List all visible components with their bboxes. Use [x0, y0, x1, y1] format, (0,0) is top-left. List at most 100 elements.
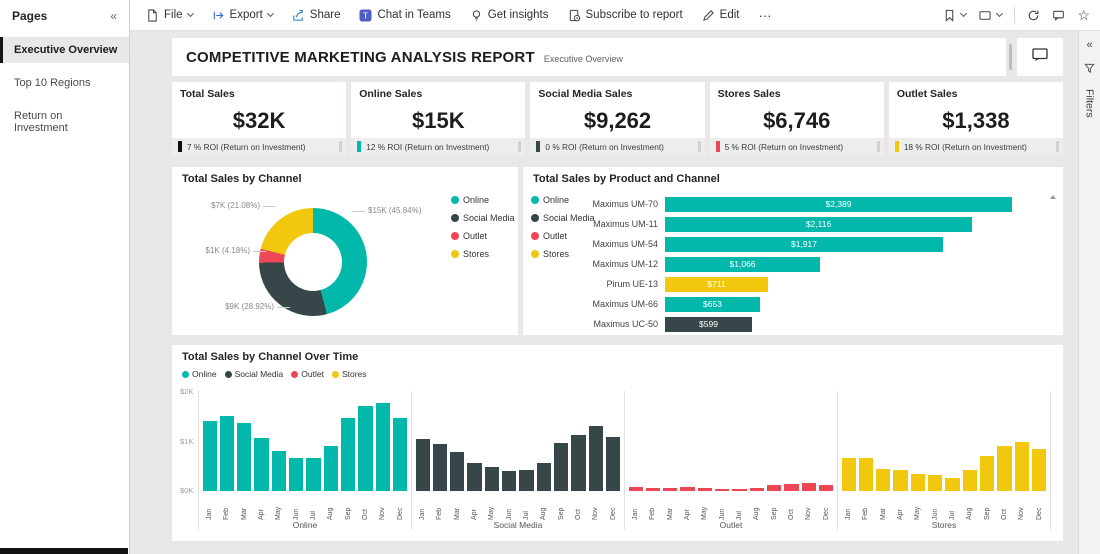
- bar-maximus-um-66[interactable]: $653: [665, 296, 760, 312]
- bar-outlet-dec[interactable]: [819, 485, 834, 491]
- bar-maximus-um-54[interactable]: $1,917: [665, 236, 943, 252]
- refresh-icon: [1027, 9, 1040, 22]
- comment-visual-button[interactable]: [1017, 38, 1063, 76]
- bar-online-mar[interactable]: [237, 423, 252, 491]
- legend-item-social-media[interactable]: Social Media: [224, 367, 283, 381]
- legend-item-social-media[interactable]: Social Media: [451, 209, 515, 227]
- bar-social-media-apr[interactable]: [467, 463, 482, 491]
- kpi-card-social-media-sales[interactable]: Social Media Sales $9,262 0 % ROI (Retur…: [530, 82, 705, 155]
- expand-filters-icon[interactable]: «: [1086, 39, 1092, 51]
- bar-maximus-um-70[interactable]: $2,389: [665, 196, 1012, 212]
- scroll-up-icon[interactable]: [1050, 195, 1056, 199]
- bar-stores-aug[interactable]: [962, 470, 978, 491]
- bar-outlet-aug[interactable]: [749, 488, 765, 491]
- bar-online-aug[interactable]: [323, 446, 339, 491]
- edit-button[interactable]: Edit: [702, 9, 740, 22]
- subscribe-button[interactable]: Subscribe to report: [568, 9, 683, 22]
- bar-social-media-jun[interactable]: [502, 471, 517, 491]
- collapse-pages-icon[interactable]: «: [110, 10, 117, 22]
- filters-pane[interactable]: « Filters: [1078, 31, 1100, 554]
- bar-stores-dec[interactable]: [1032, 449, 1047, 491]
- category-label: Maximus UM-12: [592, 259, 658, 269]
- sidebar-item-return-on-investment[interactable]: Return on Investment: [0, 103, 129, 141]
- bar-online-oct[interactable]: [358, 406, 373, 491]
- bar-social-media-dec[interactable]: [606, 437, 621, 491]
- bar-outlet-nov[interactable]: [801, 483, 817, 491]
- bar-stores-nov[interactable]: [1014, 442, 1030, 491]
- legend-item-online[interactable]: Online: [451, 191, 515, 209]
- chart-title: Total Sales by Channel: [182, 173, 302, 185]
- scrollbar-thumb[interactable]: [1009, 44, 1012, 70]
- month-label: Oct: [788, 509, 796, 520]
- legend-dot: [451, 196, 459, 204]
- bar-outlet-jan[interactable]: [628, 487, 643, 491]
- bar-social-media-jan[interactable]: [415, 439, 430, 491]
- bookmarks-button[interactable]: [943, 9, 968, 22]
- bar-outlet-sep[interactable]: [767, 485, 782, 491]
- legend-item-stores[interactable]: Stores: [451, 245, 515, 263]
- export-menu-button[interactable]: Export: [212, 9, 274, 22]
- bar-online-jan[interactable]: [202, 421, 217, 491]
- bar-outlet-feb[interactable]: [645, 488, 661, 491]
- bar-social-media-sep[interactable]: [554, 443, 569, 491]
- bar-online-dec[interactable]: [393, 418, 408, 491]
- bar-outlet-jun[interactable]: [715, 489, 730, 491]
- view-mode-button[interactable]: [978, 9, 1004, 22]
- favorite-button[interactable]: ☆: [1077, 8, 1090, 22]
- bar-stores-mar[interactable]: [876, 469, 891, 491]
- bar-social-media-nov[interactable]: [588, 426, 604, 491]
- donut-ring[interactable]: [259, 208, 367, 316]
- bar-social-media-jul[interactable]: [519, 470, 534, 491]
- bar-stores-jun[interactable]: [928, 475, 943, 491]
- month-label: Jun: [505, 508, 513, 520]
- bar-online-apr[interactable]: [254, 438, 269, 491]
- bar-outlet-oct[interactable]: [784, 484, 799, 491]
- share-button[interactable]: Share: [292, 9, 340, 22]
- bar-stores-oct[interactable]: [997, 446, 1012, 491]
- more-options-button[interactable]: ···: [759, 9, 772, 22]
- bar-maximus-uc-50[interactable]: $599: [665, 316, 752, 332]
- legend-item-outlet[interactable]: Outlet: [451, 227, 515, 245]
- bar-online-may[interactable]: [271, 451, 287, 491]
- bar-online-jul[interactable]: [306, 458, 321, 491]
- bar-online-sep[interactable]: [341, 418, 356, 491]
- bar-social-media-mar[interactable]: [450, 452, 465, 491]
- bar-outlet-mar[interactable]: [663, 488, 678, 491]
- refresh-button[interactable]: [1027, 9, 1040, 22]
- legend-item-outlet[interactable]: Outlet: [291, 367, 324, 381]
- bar-outlet-apr[interactable]: [680, 487, 695, 491]
- kpi-card-online-sales[interactable]: Online Sales $15K 12 % ROI (Return on In…: [351, 82, 526, 155]
- bar-stores-sep[interactable]: [980, 456, 995, 491]
- kpi-card-total-sales[interactable]: Total Sales $32K 7 % ROI (Return on Inve…: [172, 82, 347, 155]
- bar-online-jun[interactable]: [289, 458, 304, 491]
- bar-outlet-jul[interactable]: [732, 489, 747, 491]
- bar-social-media-may[interactable]: [484, 467, 500, 491]
- chat-in-teams-button[interactable]: T Chat in Teams: [359, 9, 451, 22]
- bar-stores-feb[interactable]: [858, 458, 874, 491]
- bar-stores-apr[interactable]: [893, 470, 908, 491]
- file-menu-button[interactable]: File: [146, 8, 194, 22]
- roi-color-bar: [357, 141, 362, 152]
- bar-stores-jul[interactable]: [945, 478, 960, 491]
- bar-pirum-ue-13[interactable]: $711: [665, 276, 768, 292]
- legend-item-stores[interactable]: Stores: [331, 367, 367, 381]
- kpi-card-stores-sales[interactable]: Stores Sales $6,746 5 % ROI (Return on I…: [709, 82, 884, 155]
- sidebar-item-top-10-regions[interactable]: Top 10 Regions: [0, 70, 129, 96]
- bar-maximus-um-12[interactable]: $1,066: [665, 256, 820, 272]
- bar-stores-jan[interactable]: [841, 458, 856, 491]
- bar-social-media-aug[interactable]: [536, 463, 552, 491]
- bar-online-feb[interactable]: [219, 416, 235, 491]
- kpi-card-outlet-sales[interactable]: Outlet Sales $1,338 18 % ROI (Return on …: [888, 82, 1064, 155]
- bar-online-nov[interactable]: [375, 403, 391, 491]
- get-insights-button[interactable]: Get insights: [470, 9, 549, 22]
- sidebar-item-executive-overview[interactable]: Executive Overview: [0, 37, 129, 63]
- comments-button[interactable]: [1052, 9, 1065, 22]
- bar-stores-may[interactable]: [910, 474, 926, 491]
- bar-maximus-um-11[interactable]: $2,116: [665, 216, 972, 232]
- legend-item-online[interactable]: Online: [182, 367, 217, 381]
- bar-social-media-feb[interactable]: [432, 444, 448, 491]
- channel-group-label: Stores: [931, 520, 957, 530]
- bar-social-media-oct[interactable]: [571, 435, 586, 491]
- bar-outlet-may[interactable]: [697, 488, 713, 491]
- mini-scrollbar: [1056, 141, 1060, 152]
